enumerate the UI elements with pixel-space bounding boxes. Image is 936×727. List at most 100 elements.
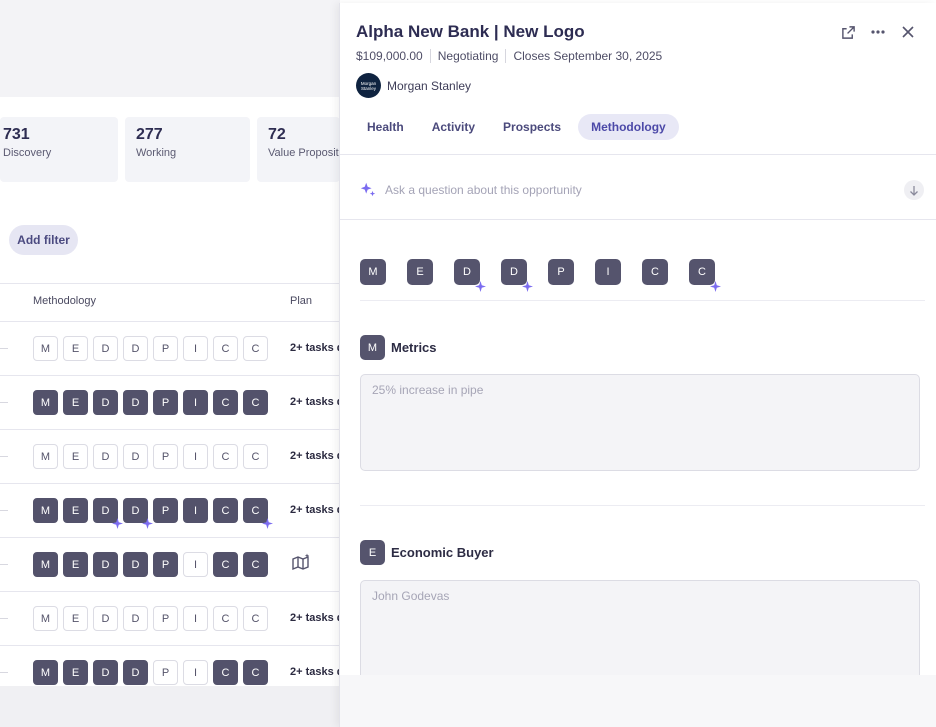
methodology-chip[interactable]: E (63, 336, 88, 361)
methodology-chip[interactable]: C (213, 390, 238, 415)
methodology-chip[interactable]: D (93, 660, 118, 685)
methodology-chip[interactable]: C (243, 606, 268, 631)
methodology-chip[interactable]: I (183, 336, 208, 361)
methodology-chip[interactable]: M (33, 498, 58, 523)
section-header-metrics: M Metrics (360, 335, 437, 360)
methodology-chip[interactable]: P (153, 606, 178, 631)
methodology-chip[interactable]: M (33, 552, 58, 577)
methodology-chip[interactable]: I (183, 444, 208, 469)
methodology-chip[interactable]: C (243, 390, 268, 415)
arrow-down-icon[interactable] (904, 180, 924, 200)
methodology-chip[interactable]: C (213, 552, 238, 577)
methodology-chip[interactable]: D (123, 498, 153, 529)
more-icon[interactable] (869, 23, 887, 41)
methodology-chip[interactable]: M (33, 390, 58, 415)
methodology-chip[interactable]: C (243, 552, 268, 577)
methodology-chip[interactable]: M (33, 336, 58, 361)
methodology-chip[interactable]: E (63, 390, 88, 415)
table-row[interactable]: MEDDPICC (0, 538, 340, 592)
methodology-chip[interactable]: P (153, 660, 178, 685)
tab-prospects[interactable]: Prospects (492, 114, 572, 140)
section-letter-badge: E (360, 540, 385, 565)
methodology-chip[interactable]: D (123, 660, 148, 685)
methodology-chip[interactable]: C (213, 660, 238, 685)
ask-question-bar[interactable]: Ask a question about this opportunity (359, 177, 924, 203)
methodology-chip[interactable]: D (93, 606, 118, 631)
plan-summary: 2+ tasks d (290, 612, 344, 624)
table-row[interactable]: M E D D P I C C 2+ tasks d (0, 376, 344, 430)
methodology-chip[interactable]: C (243, 336, 268, 361)
methodology-chip[interactable]: D (93, 336, 118, 361)
close-icon[interactable] (899, 23, 917, 41)
methodology-chip[interactable]: I (183, 498, 208, 523)
stat-card-discovery[interactable]: 731 Discovery (0, 117, 118, 182)
table-row[interactable]: M E D D P I C C 2+ tasks d (0, 484, 344, 538)
methodology-letter-chip[interactable]: C (689, 259, 721, 292)
methodology-chip[interactable]: E (63, 444, 88, 469)
methodology-chip[interactable]: D (93, 552, 118, 577)
table-row[interactable]: M E D D P I C C 2+ tasks d (0, 322, 344, 376)
methodology-chip[interactable]: M (33, 606, 58, 631)
methodology-chip[interactable]: C (243, 660, 268, 685)
methodology-chip[interactable]: C (213, 498, 238, 523)
methodology-chip[interactable]: M (33, 660, 58, 685)
methodology-letter-chip[interactable]: P (548, 259, 574, 285)
methodology-chips: MEDDPICC (33, 498, 273, 529)
methodology-chip[interactable]: D (93, 498, 123, 529)
column-header-plan[interactable]: Plan (290, 295, 312, 307)
methodology-chip[interactable]: P (153, 498, 178, 523)
methodology-chip[interactable]: P (153, 336, 178, 361)
methodology-chip[interactable]: C (213, 444, 238, 469)
account-link[interactable]: Morgan Stanley Morgan Stanley (356, 73, 471, 98)
methodology-chip[interactable]: C (243, 498, 273, 529)
methodology-letter-chip[interactable]: C (642, 259, 668, 285)
tab-methodology[interactable]: Methodology (578, 114, 679, 140)
methodology-chip[interactable]: D (123, 552, 148, 577)
methodology-chip[interactable]: E (63, 498, 88, 523)
methodology-chip[interactable]: C (213, 606, 238, 631)
row-cell-stub (0, 402, 8, 403)
methodology-letter-chip[interactable]: D (454, 259, 486, 292)
methodology-chip[interactable]: C (213, 336, 238, 361)
tab-activity[interactable]: Activity (421, 114, 486, 140)
methodology-chip[interactable]: D (123, 444, 148, 469)
economic-buyer-field[interactable]: John Godevas (360, 580, 920, 680)
section-title: Metrics (391, 340, 437, 355)
stat-card-working[interactable]: 277 Working (125, 117, 250, 182)
methodology-chip[interactable]: D (93, 444, 118, 469)
stat-card-value-proposition[interactable]: 72 Value Proposit (257, 117, 340, 182)
column-header-methodology[interactable]: Methodology (33, 295, 96, 307)
add-filter-button[interactable]: Add filter (9, 225, 78, 255)
methodology-chip[interactable]: D (93, 390, 118, 415)
methodology-chip[interactable]: C (243, 444, 268, 469)
methodology-chip[interactable]: P (153, 552, 178, 577)
row-cell-stub (0, 348, 8, 349)
stat-value: 277 (136, 126, 163, 143)
methodology-chip[interactable]: M (33, 444, 58, 469)
methodology-chip[interactable]: I (183, 660, 208, 685)
methodology-chip[interactable]: E (63, 552, 88, 577)
methodology-chip[interactable]: I (183, 552, 208, 577)
methodology-letter-chip[interactable]: E (407, 259, 433, 285)
methodology-chip[interactable]: D (123, 606, 148, 631)
methodology-letter-chip[interactable]: D (501, 259, 533, 292)
methodology-chip[interactable]: E (63, 660, 88, 685)
map-sparkle-icon[interactable] (291, 553, 311, 573)
methodology-chip[interactable]: D (123, 390, 148, 415)
open-external-icon[interactable] (839, 23, 857, 41)
meta-separator (505, 49, 507, 63)
tab-health[interactable]: Health (356, 114, 415, 140)
methodology-chip[interactable]: I (183, 390, 208, 415)
methodology-letter-chip[interactable]: M (360, 259, 386, 285)
table-row[interactable]: M E D D P I C C 2+ tasks d (0, 592, 344, 646)
methodology-chip[interactable]: P (153, 444, 178, 469)
methodology-chip[interactable]: E (63, 606, 88, 631)
methodology-chip[interactable]: D (123, 336, 148, 361)
stat-label: Working (136, 147, 177, 159)
methodology-chip[interactable]: I (183, 606, 208, 631)
opportunity-list-page: 731 Discovery 277 Working 72 Value Propo… (0, 0, 344, 727)
table-row[interactable]: M E D D P I C C 2+ tasks d (0, 430, 344, 484)
methodology-chip[interactable]: P (153, 390, 178, 415)
methodology-letter-chip[interactable]: I (595, 259, 621, 285)
metrics-field[interactable]: 25% increase in pipe (360, 374, 920, 471)
